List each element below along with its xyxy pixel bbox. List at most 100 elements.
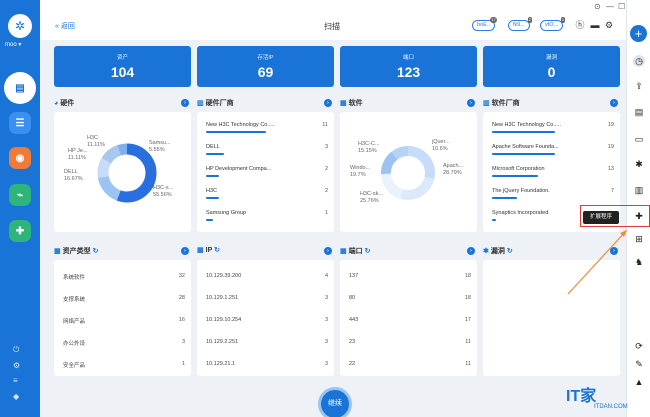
refresh-tool-icon[interactable]: ⟳ — [633, 340, 645, 352]
refresh-icon[interactable]: ↻ — [93, 248, 99, 255]
port-icon: ▦ — [340, 248, 347, 255]
nav-user-icon[interactable]: ◉ — [9, 147, 31, 169]
brush-icon[interactable]: ✎ — [633, 358, 645, 370]
refresh-icon[interactable]: ↻ — [507, 248, 513, 255]
table-row[interactable]: 10.129.10.254 3 — [206, 317, 328, 323]
panel-header: ▦ 资产类型 ↻ › — [54, 246, 191, 258]
row-count: 18 — [464, 295, 471, 301]
row-label: The jQuery Foundation. — [492, 188, 550, 194]
stat-vulns[interactable]: 漏洞 0 — [483, 46, 620, 87]
bug-tool-icon[interactable]: ✱ — [633, 158, 645, 170]
minimize-icon[interactable]: — — [606, 2, 614, 11]
table-row[interactable]: 22 11 — [349, 361, 471, 367]
row-bar — [492, 153, 555, 155]
warning-icon[interactable]: ▲ — [633, 376, 645, 388]
nav-plugin-icon[interactable]: ✚ — [9, 220, 31, 242]
table-row[interactable]: 10.129.1.251 3 — [206, 295, 328, 301]
vendor-row[interactable]: H3C 2 — [206, 188, 328, 199]
top-bar: « 返回 扫描 boE.. 17 fk9... 2 vtO... 1 ⓗ ▬ ⚙ ⊙ … — [40, 0, 650, 40]
nav-list-icon[interactable]: ☰ — [9, 112, 31, 134]
list-icon: ▥ — [197, 100, 204, 107]
panel-title: 软件 — [348, 100, 363, 107]
gear-icon[interactable]: ⚙ — [603, 19, 615, 31]
left-sidebar: ✲ moo ▾ ▤ ☰ ◉ ⌁ ✚ ⏻ ⚙ ≡ ◆ — [0, 0, 40, 417]
bug-icon: ✱ — [483, 248, 489, 255]
back-link[interactable]: « 返回 — [55, 21, 75, 31]
panel-body: New H3C Technology Co..... 11 DELL 3 HP Deve… — [197, 112, 334, 232]
table-row[interactable]: 网络产品 16 — [63, 317, 185, 325]
vendor-row[interactable]: Samsung Group 1 — [206, 210, 328, 221]
watermark-url: ITDAN.COM — [594, 404, 628, 410]
table-row[interactable]: 23 11 — [349, 339, 471, 345]
vendor-row[interactable]: HP Development Compa... 2 — [206, 166, 328, 177]
legend-label: H3C 11.11% — [87, 135, 105, 148]
table-row[interactable]: 10.129.21.1 3 — [206, 361, 328, 367]
table-row[interactable]: 系统软件 32 — [63, 273, 185, 281]
grid-icon: ▦ — [54, 248, 61, 255]
more-icon[interactable]: › — [467, 99, 475, 107]
table-row[interactable]: 支撑系统 28 — [63, 295, 185, 303]
row-label: New H3C Technology Co..... — [206, 122, 275, 128]
more-icon[interactable]: › — [467, 247, 475, 255]
more-icon[interactable]: › — [324, 247, 332, 255]
panel-header: ▥ 软件厂商 › — [483, 98, 620, 110]
panel-title: 资产类型 — [62, 248, 91, 255]
row-label: Synaptics Incorporated. — [492, 210, 550, 216]
user-menu[interactable]: moo ▾ — [5, 41, 21, 48]
nav-scan-icon[interactable]: ▤ — [4, 72, 36, 104]
table-row[interactable]: 办公外设 3 — [63, 339, 185, 347]
file-icon[interactable]: ▤ — [633, 106, 645, 118]
task-pill[interactable]: fk9... 2 — [508, 17, 532, 31]
row-count: 19 — [607, 122, 614, 128]
more-icon[interactable]: › — [181, 99, 189, 107]
table-row[interactable]: 10.129.2.251 3 — [206, 339, 328, 345]
table-row[interactable]: 443 17 — [349, 317, 471, 323]
maximize-icon[interactable]: ☐ — [618, 2, 625, 11]
row-bar — [206, 131, 266, 133]
more-icon[interactable]: › — [181, 247, 189, 255]
more-icon[interactable]: › — [610, 99, 618, 107]
menu-icon[interactable]: ≡ — [13, 376, 18, 385]
stat-live-ip[interactable]: 存活IP 69 — [197, 46, 334, 87]
stat-ports[interactable]: 端口 123 — [340, 46, 477, 87]
more-icon[interactable]: › — [324, 99, 332, 107]
vendor-row[interactable]: DELL 3 — [206, 144, 328, 155]
upload-icon[interactable]: ⇪ — [633, 80, 645, 92]
row-count: 3 — [324, 144, 328, 150]
table-row[interactable]: 137 18 — [349, 273, 471, 279]
hp-icon[interactable]: ⓗ — [574, 19, 586, 31]
task-pill[interactable]: boE.. 17 — [472, 17, 497, 31]
vendor-row[interactable]: Microsoft Corporation 13 — [492, 166, 614, 177]
clock-icon[interactable]: ◷ — [633, 55, 645, 67]
nav-chart-icon[interactable]: ⌁ — [9, 184, 31, 206]
panel-header: ▦ IP ↻ › — [197, 246, 334, 258]
task-pill[interactable]: vtO... 1 — [540, 17, 566, 31]
settings-icon[interactable]: ⚙ — [13, 361, 20, 370]
diamond-icon[interactable]: ◆ — [13, 392, 19, 401]
row-bar — [492, 175, 538, 177]
row-count: 32 — [178, 273, 185, 279]
stats-icon[interactable]: ▥ — [633, 184, 645, 196]
vendor-row[interactable]: The jQuery Foundation. 7 — [492, 188, 614, 199]
legend-label: H3C-C... 15.15% — [358, 141, 380, 154]
legend-label: Apach... 28.79% — [443, 163, 464, 176]
vendor-row[interactable]: New H3C Technology Co..... 11 — [206, 122, 328, 133]
row-label: New H3C Technology Co..... — [492, 122, 561, 128]
pin-icon[interactable]: ⊙ — [594, 2, 601, 11]
row-label: 安全产品 — [63, 363, 86, 369]
stat-assets[interactable]: 资产 104 — [54, 46, 191, 87]
refresh-icon[interactable]: ↻ — [214, 247, 220, 254]
row-count: 11 — [322, 122, 328, 128]
refresh-icon[interactable]: ↻ — [365, 248, 371, 255]
continue-button[interactable]: 继续 — [318, 387, 352, 417]
app-logo-icon: ✲ — [8, 14, 32, 38]
table-row[interactable]: 80 18 — [349, 295, 471, 301]
terminal-icon[interactable]: ▭ — [633, 133, 645, 145]
vendor-row[interactable]: Apache Software Founda... 19 — [492, 144, 614, 155]
table-row[interactable]: 10.129.39.200 4 — [206, 273, 328, 279]
device-icon[interactable]: ▬ — [589, 19, 601, 31]
add-icon[interactable]: + — [630, 25, 647, 42]
vendor-row[interactable]: New H3C Technology Co..... 19 — [492, 122, 614, 133]
power-icon[interactable]: ⏻ — [13, 345, 19, 355]
table-row[interactable]: 安全产品 1 — [63, 361, 185, 369]
